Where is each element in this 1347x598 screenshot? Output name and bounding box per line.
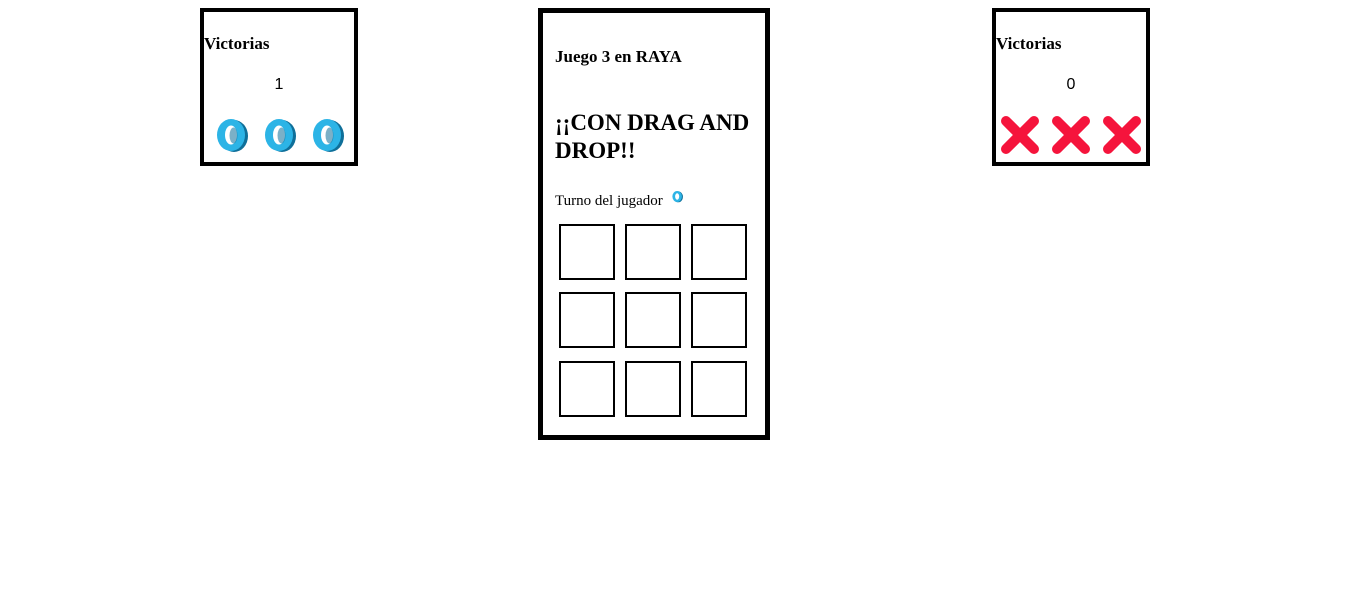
game-subtitle: ¡¡CON DRAG AND DROP!! [555, 110, 750, 163]
o-pieces-tray [210, 113, 350, 157]
o-ring-icon[interactable] [306, 113, 350, 157]
board-cell[interactable] [625, 292, 681, 348]
o-ring-icon[interactable] [258, 113, 302, 157]
o-player-score-panel: Victorias 1 [200, 8, 358, 166]
turn-indicator: Turno del jugador [555, 187, 685, 215]
game-panel: Juego 3 en RAYA ¡¡CON DRAG AND DROP!! Tu… [538, 8, 770, 440]
x-wins-title: Victorias [996, 34, 1062, 53]
x-wins-count: 0 [1066, 76, 1076, 93]
game-title: Juego 3 en RAYA [555, 47, 682, 66]
x-cross-icon[interactable] [1100, 113, 1144, 157]
x-cross-icon[interactable] [1049, 113, 1093, 157]
board-cell[interactable] [691, 224, 747, 280]
o-wins-count: 1 [274, 76, 284, 93]
board-cell[interactable] [625, 361, 681, 417]
o-ring-icon [672, 191, 683, 203]
board-cell[interactable] [625, 224, 681, 280]
game-board [559, 224, 749, 418]
x-cross-icon[interactable] [998, 113, 1042, 157]
o-wins-title: Victorias [204, 34, 270, 53]
x-pieces-tray [998, 113, 1144, 157]
x-player-score-panel: Victorias 0 [992, 8, 1150, 166]
turn-label: Turno del jugador [555, 193, 663, 209]
board-cell[interactable] [691, 361, 747, 417]
board-cell[interactable] [559, 224, 615, 280]
board-cell[interactable] [559, 292, 615, 348]
o-ring-icon[interactable] [210, 113, 254, 157]
board-cell[interactable] [691, 292, 747, 348]
board-cell[interactable] [559, 361, 615, 417]
